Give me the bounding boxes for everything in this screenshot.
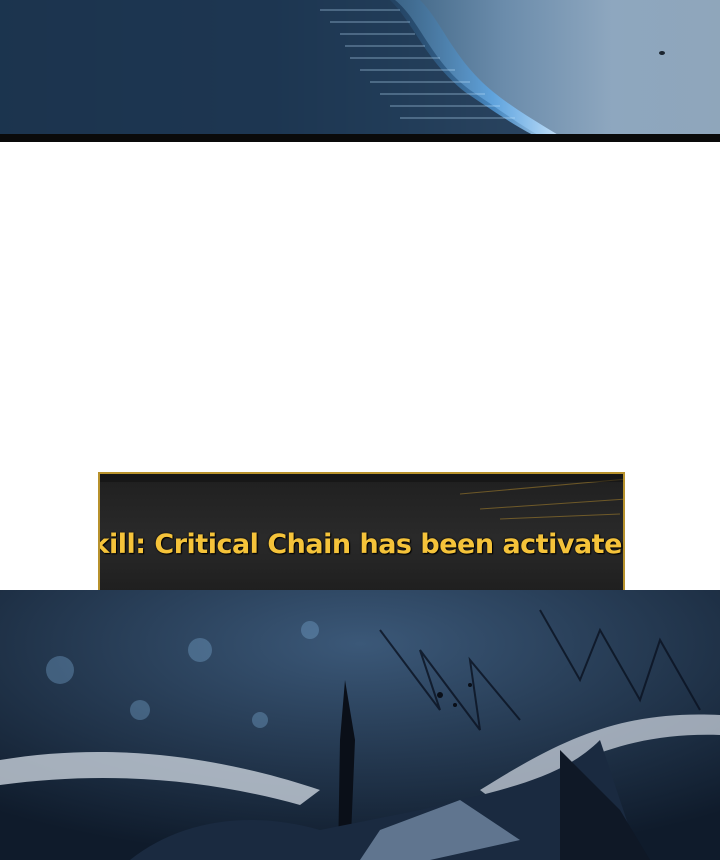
top-comic-panel bbox=[0, 0, 720, 136]
battle-scene-illustration bbox=[0, 590, 720, 860]
bottom-comic-panel bbox=[0, 590, 720, 860]
panel-border bbox=[0, 134, 720, 142]
energy-streak-illustration bbox=[0, 0, 665, 136]
comic-page: Skill: Critical Chain has been activated… bbox=[0, 0, 720, 860]
